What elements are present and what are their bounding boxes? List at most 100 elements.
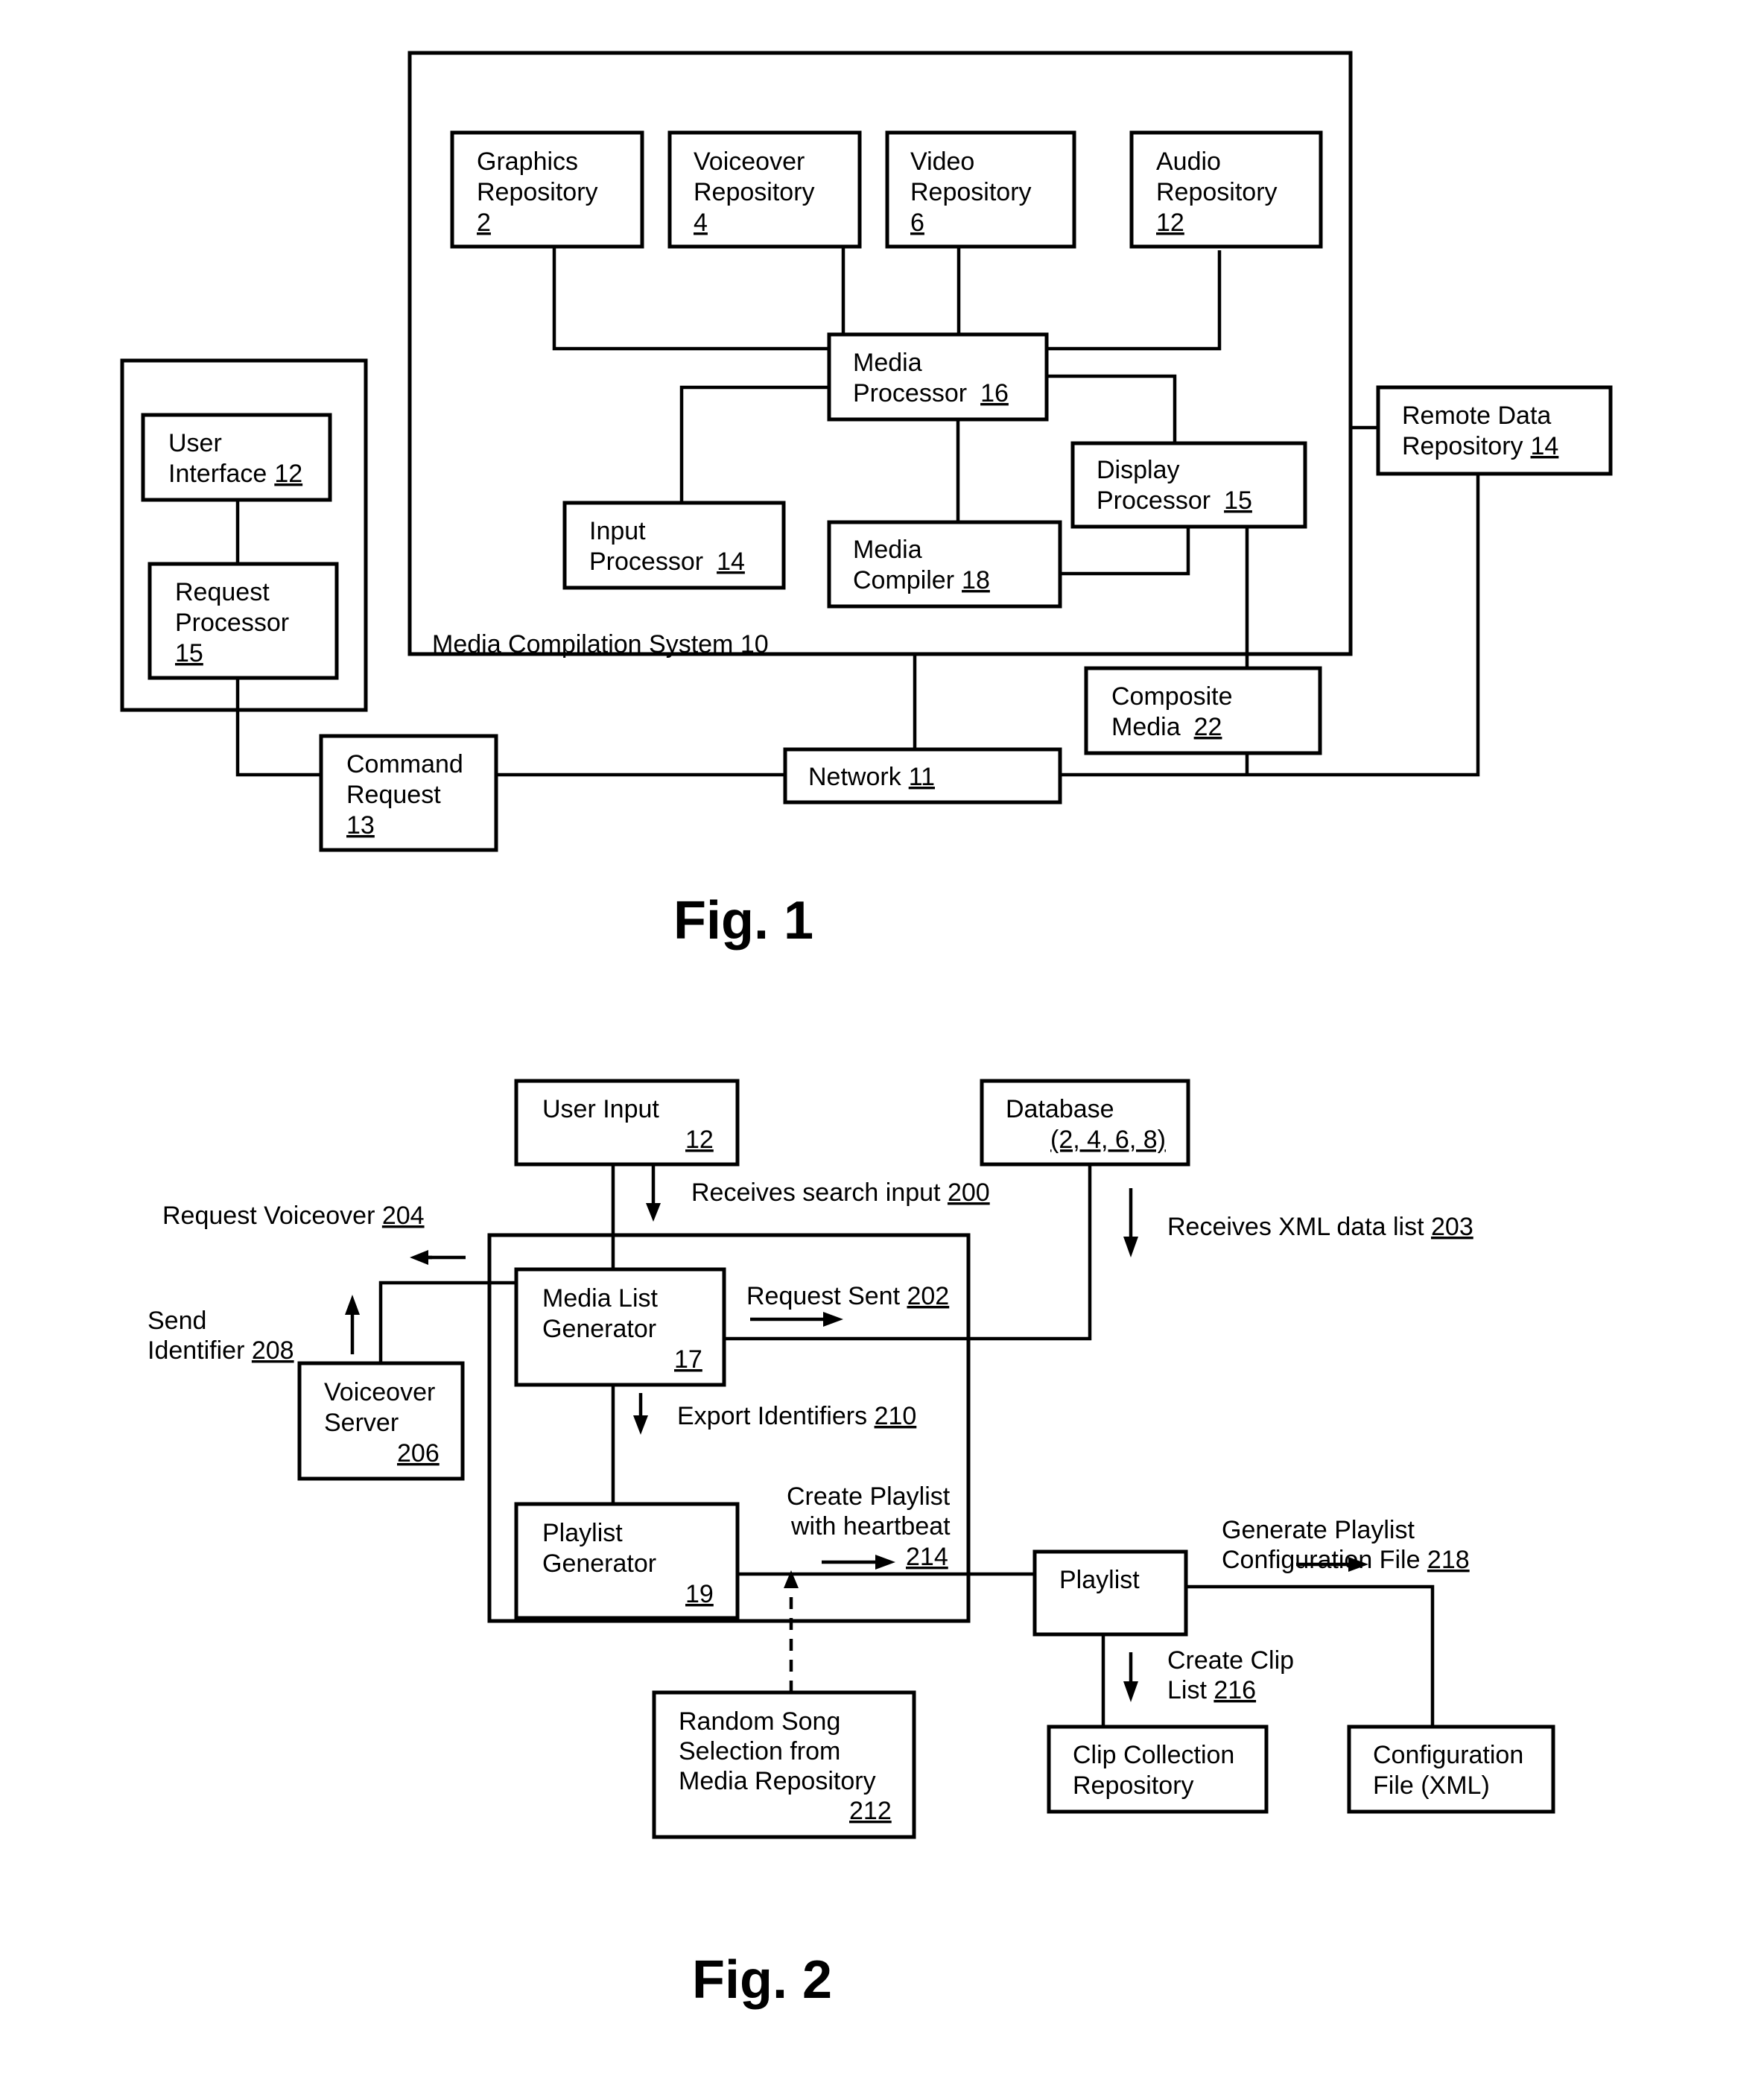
label: File (XML) [1373, 1771, 1490, 1800]
connector-compiler-display [1060, 527, 1190, 576]
arrow-left-icon [410, 1250, 466, 1265]
label: Media [853, 349, 922, 377]
ref-number: 12 [1156, 209, 1184, 237]
label: Remote Data [1402, 402, 1551, 430]
ref-number: 15 [175, 639, 203, 667]
voiceover-server-box: Voiceover Server 206 [297, 1361, 465, 1481]
connector-medialist-voiceover [378, 1281, 516, 1363]
label: Generator [542, 1549, 656, 1578]
playlist-generator-box: Playlist Generator 19 [514, 1502, 740, 1620]
label: Repository [477, 178, 598, 206]
arrow-down-icon [646, 1166, 661, 1222]
label: Input [589, 517, 646, 545]
label-create-playlist: Create Playlist [787, 1482, 951, 1511]
connector-media-display [1047, 374, 1177, 443]
ref-number: 4 [694, 209, 708, 237]
label-create-clip-list: Create Clip [1167, 1646, 1294, 1675]
command-request-box: Command Request 13 [319, 734, 498, 852]
label-send-identifier: Identifier 208 [147, 1336, 294, 1365]
clip-collection-repository-box: Clip Collection Repository [1047, 1725, 1269, 1814]
ref-number: 206 [397, 1439, 440, 1468]
ref-number: 12 [685, 1126, 714, 1154]
label: Request [175, 578, 270, 606]
label-request-voiceover: Request Voiceover 204 [162, 1202, 425, 1230]
label: Repository [1156, 178, 1278, 206]
label: Voiceover [694, 147, 805, 176]
media-compiler-box: Media Compiler 18 [827, 520, 1062, 609]
database-box: Database (2, 4, 6, 8) [980, 1079, 1190, 1167]
patent-figures: Graphics Repository 2 Voiceover Reposito… [120, 51, 1613, 2010]
label: Video [910, 147, 974, 176]
ref-number: 19 [685, 1580, 714, 1608]
label: Interface 12 [168, 460, 302, 488]
label-receives-search-input: Receives search input 200 [691, 1178, 990, 1207]
arrow-down-icon [1123, 1188, 1138, 1257]
label-send-identifier: Send [147, 1307, 206, 1335]
label: User [168, 429, 222, 457]
label: Playlist [1059, 1566, 1140, 1594]
composite-media-box: Composite Media 22 [1084, 666, 1322, 755]
playlist-box: Playlist [1032, 1549, 1188, 1637]
configuration-file-box: Configuration File (XML) [1347, 1725, 1555, 1814]
fig2: User Input 12 Database (2, 4, 6, 8) Medi… [147, 1079, 1555, 2010]
arrow-right-icon [822, 1555, 895, 1570]
display-processor-box: Display Processor 15 [1070, 441, 1307, 529]
label: Database [1006, 1095, 1114, 1123]
label: Media [853, 536, 922, 564]
voiceover-repository-box: Voiceover Repository 4 [667, 130, 862, 249]
ref-number: 6 [910, 209, 924, 237]
figure-caption: Fig. 1 [673, 891, 813, 951]
label: Audio [1156, 147, 1221, 176]
input-processor-box: Input Processor 14 [562, 501, 786, 590]
label: Composite [1111, 682, 1233, 711]
remote-data-repository-box: Remote Data Repository 14 [1376, 385, 1613, 476]
label: Repository 14 [1402, 432, 1558, 460]
network-box: Network 11 [783, 747, 1062, 805]
fig1: Graphics Repository 2 Voiceover Reposito… [120, 51, 1613, 951]
label: Processor 14 [589, 548, 745, 576]
label: Processor 15 [1097, 486, 1252, 515]
random-song-selection-box: Random Song Selection from Media Reposit… [652, 1690, 916, 1839]
label: Generator [542, 1315, 656, 1343]
ref-number: 212 [849, 1797, 892, 1825]
label: Repository [1073, 1771, 1194, 1800]
label: Media 22 [1111, 713, 1222, 741]
system-label: Media Compilation System 10 [432, 630, 769, 659]
label: Repository [694, 178, 815, 206]
video-repository-box: Video Repository 6 [885, 130, 1076, 249]
label: Request [346, 781, 441, 809]
label-create-clip-list: List 216 [1167, 1676, 1256, 1704]
label: Clip Collection [1073, 1741, 1234, 1769]
ref-number: 17 [674, 1345, 702, 1374]
graphics-repository-box: Graphics Repository 2 [450, 130, 644, 249]
audio-repository-box: Audio Repository 12 [1129, 130, 1323, 249]
label-generate-config: Configuration File 218 [1222, 1546, 1470, 1574]
label: Processor 16 [853, 379, 1009, 407]
connector-request-command [235, 678, 321, 777]
arrow-down-icon [1123, 1652, 1138, 1702]
label-generate-config: Generate Playlist [1222, 1516, 1415, 1544]
label-export-identifiers: Export Identifiers 210 [677, 1402, 916, 1430]
label: Selection from [679, 1737, 840, 1765]
label: Compiler 18 [853, 566, 990, 594]
user-input-box: User Input 12 [514, 1079, 740, 1167]
connector-audio-media [1047, 250, 1222, 351]
label: Command [346, 750, 463, 778]
user-interface-box: User Interface 12 [141, 413, 332, 502]
ref-number: (2, 4, 6, 8) [1050, 1126, 1166, 1154]
label: User Input [542, 1095, 659, 1123]
label: Random Song [679, 1707, 840, 1736]
media-list-generator-box: Media List Generator 17 [514, 1267, 726, 1387]
ref-number: 13 [346, 811, 375, 840]
label: Processor [175, 609, 289, 637]
arrow-down-icon [633, 1393, 648, 1435]
label-create-playlist: with heartbeat [790, 1512, 951, 1541]
label: Voiceover [324, 1378, 435, 1406]
label: Configuration [1373, 1741, 1523, 1769]
label-request-sent: Request Sent 202 [746, 1282, 949, 1310]
media-processor-box: Media Processor 16 [827, 332, 1049, 422]
arrow-up-icon [345, 1295, 360, 1354]
label: Server [324, 1409, 399, 1437]
label: Repository [910, 178, 1032, 206]
label-receives-xml-data-list: Receives XML data list 203 [1167, 1213, 1473, 1241]
